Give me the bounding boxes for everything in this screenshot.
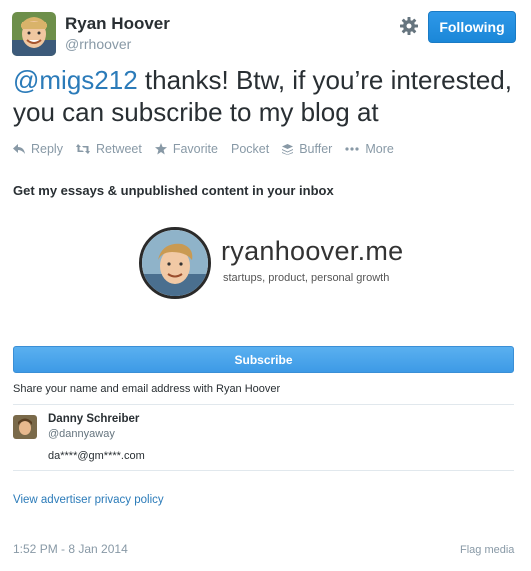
share-consent-note: Share your name and email address with R… — [13, 383, 281, 395]
user-email: da****@gm****.com — [48, 450, 145, 462]
reply-label: Reply — [31, 142, 63, 156]
buffer-label: Buffer — [299, 142, 333, 156]
retweet-action[interactable]: Retweet — [75, 142, 142, 156]
site-tagline: startups, product, personal growth — [223, 272, 390, 284]
retweet-label: Retweet — [95, 142, 142, 156]
retweet-icon — [75, 144, 90, 154]
flag-media-link[interactable]: Flag media — [460, 544, 514, 556]
divider — [13, 404, 514, 405]
more-label: More — [365, 142, 394, 156]
buffer-action[interactable]: Buffer — [282, 142, 332, 156]
tweet-actions: Reply Retweet Favorite Pocket Buffer Mor… — [13, 141, 407, 157]
favorite-label: Favorite — [172, 142, 218, 156]
divider — [13, 470, 514, 471]
card-avatar-image — [139, 227, 211, 299]
following-button[interactable]: Following — [428, 11, 516, 43]
user-handle[interactable]: @rrhoover — [65, 36, 131, 52]
more-icon — [345, 147, 359, 151]
card-headline: Get my essays & unpublished content in y… — [13, 183, 334, 198]
reply-action[interactable]: Reply — [13, 142, 63, 156]
privacy-policy-link[interactable]: View advertiser privacy policy — [13, 494, 164, 506]
user-name: Danny Schreiber — [48, 413, 140, 425]
pocket-action[interactable]: Pocket — [231, 142, 269, 156]
star-icon — [154, 143, 167, 155]
mention-link[interactable]: @migs212 — [13, 65, 138, 95]
display-name[interactable]: Ryan Hoover — [65, 14, 170, 34]
buffer-icon — [282, 143, 294, 155]
profile-avatar[interactable] — [12, 12, 56, 56]
subscribe-button[interactable]: Subscribe — [13, 346, 514, 373]
reply-icon — [13, 143, 25, 154]
more-action[interactable]: More — [345, 142, 394, 156]
tweet-text: @migs212 thanks! Btw, if you’re interest… — [13, 64, 523, 128]
site-name: ryanhoover.me — [221, 236, 404, 266]
gear-icon[interactable] — [398, 15, 420, 37]
pocket-label: Pocket — [230, 142, 270, 156]
user-avatar — [13, 415, 37, 439]
tweet-timestamp[interactable]: 1:52 PM - 8 Jan 2014 — [13, 542, 128, 556]
favorite-action[interactable]: Favorite — [154, 142, 218, 156]
user-handle-card: @dannyaway — [48, 428, 115, 440]
